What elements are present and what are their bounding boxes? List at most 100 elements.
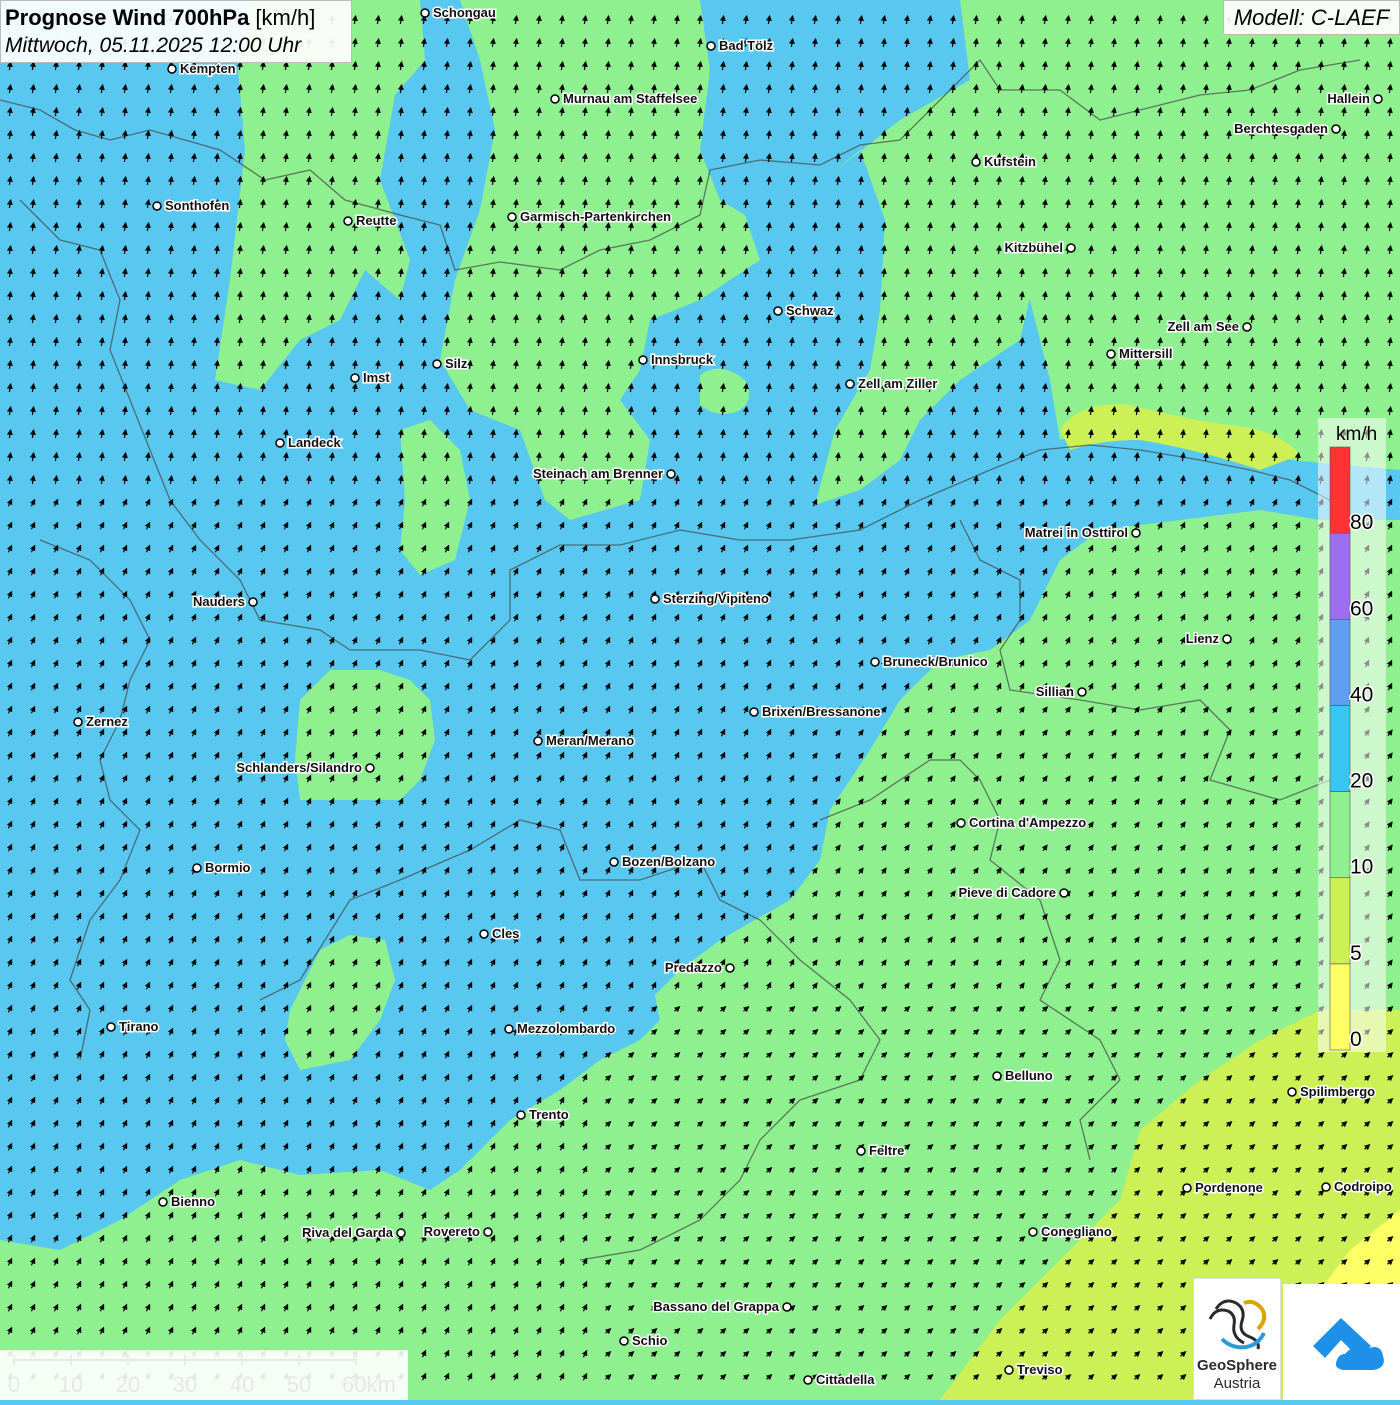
- city-dot: [533, 736, 543, 746]
- city-steinach-am-brenner: Steinach am Brenner: [531, 465, 676, 483]
- city-dot: [275, 438, 285, 448]
- city-dot: [870, 657, 880, 667]
- city-dot: [550, 94, 560, 104]
- city-label: Mezzolombardo: [517, 1021, 615, 1036]
- legend-colorbar: 0 5 10 20 40 60 80: [1318, 418, 1386, 1053]
- city-label: Imst: [363, 370, 390, 385]
- city-zell-am-ziller: Zell am Ziller: [845, 375, 939, 393]
- city-dot: [1028, 1227, 1038, 1237]
- legend-label: 5: [1350, 942, 1362, 965]
- city-murnau-am-staffelsee: Murnau am Staffelsee: [550, 90, 699, 108]
- city-label: Bruneck/Brunico: [883, 654, 988, 669]
- legend-swatch: [1329, 963, 1351, 1051]
- legend-swatch: [1329, 618, 1351, 706]
- city-label: Sonthofen: [165, 198, 229, 213]
- legend-swatch: [1329, 705, 1351, 792]
- city-dot: [1004, 1365, 1014, 1375]
- city-dot: [1242, 322, 1252, 332]
- city-dot: [638, 355, 648, 365]
- city-dot: [479, 929, 489, 939]
- city-dot: [504, 1024, 514, 1034]
- city-dot: [749, 707, 759, 717]
- city-dot: [1321, 1182, 1331, 1192]
- city-dot: [1059, 888, 1069, 898]
- city-dot: [992, 1071, 1002, 1081]
- logo-name-line2: Austria: [1213, 1375, 1261, 1392]
- city-label: Treviso: [1017, 1362, 1063, 1377]
- city-label: Matrei in Osttirol: [1025, 525, 1128, 540]
- city-label: Sillian: [1036, 684, 1074, 699]
- city-label: Schio: [632, 1333, 667, 1348]
- city-conegliano: Conegliano: [1028, 1223, 1113, 1241]
- city-dot: [432, 359, 442, 369]
- city-label: Predazzo: [665, 960, 722, 975]
- city-label: Trento: [529, 1107, 569, 1122]
- city-label: Schlanders/Silandro: [236, 760, 362, 775]
- city-label: Schwaz: [786, 303, 834, 318]
- city-pieve-di-cadore: Pieve di Cadore: [957, 884, 1069, 902]
- title-box: Prognose Wind 700hPa [km/h] Mittwoch, 05…: [0, 0, 352, 63]
- city-label: Spilimbergo: [1300, 1084, 1375, 1099]
- city-label: Kufstein: [984, 154, 1036, 169]
- legend-label: 0: [1350, 1028, 1362, 1051]
- city-dot: [343, 216, 353, 226]
- city-label: Rovereto: [424, 1224, 480, 1239]
- legend-label: 20: [1350, 770, 1373, 793]
- page-title: Prognose Wind 700hPa [km/h]: [5, 5, 316, 30]
- partner-logo: [1283, 1284, 1400, 1400]
- city-innsbruck: Innsbruck: [638, 351, 715, 369]
- legend-swatch: [1329, 446, 1351, 534]
- legend-swatch: [1329, 791, 1351, 879]
- city-label: Lienz: [1186, 631, 1220, 646]
- city-label: Zell am Ziller: [858, 376, 937, 391]
- forecast-date: Mittwoch, 05.11.2025 12:00 Uhr: [5, 34, 302, 57]
- city-berchtesgaden: Berchtesgaden: [1233, 120, 1341, 138]
- scale-bar-box: [0, 1350, 408, 1400]
- city-label: Reutte: [356, 213, 396, 228]
- cloud-arrow-icon: [1313, 1318, 1384, 1370]
- city-dot: [483, 1227, 493, 1237]
- city-label: Codroipo: [1334, 1179, 1392, 1194]
- geosphere-emblem-icon: [1208, 1299, 1267, 1350]
- city-label: Belluno: [1005, 1068, 1053, 1083]
- city-schongau: Schongau: [420, 4, 497, 22]
- city-dot: [106, 1022, 116, 1032]
- legend-label: 60: [1350, 597, 1373, 620]
- city-dot: [248, 597, 258, 607]
- city-dot: [856, 1146, 866, 1156]
- city-label: Berchtesgaden: [1234, 121, 1328, 136]
- city-dot: [1066, 243, 1076, 253]
- city-dot: [167, 64, 177, 74]
- city-spilimbergo: Spilimbergo: [1287, 1083, 1377, 1101]
- legend-label: 80: [1350, 511, 1373, 534]
- city-label: Nauders: [193, 594, 245, 609]
- city-label: Brixen/Bressanone: [762, 704, 881, 719]
- city-dot: [1131, 528, 1141, 538]
- city-dot: [956, 818, 966, 828]
- city-dot: [158, 1197, 168, 1207]
- logo-name-line1: GeoSphere: [1196, 1357, 1278, 1374]
- city-dot: [1287, 1087, 1297, 1097]
- city-dot: [1077, 687, 1087, 697]
- city-label: Innsbruck: [651, 352, 714, 367]
- model-label: Modell: C-LAEF: [1223, 0, 1400, 35]
- field-10-20-ortler: [295, 670, 435, 800]
- city-dot: [192, 863, 202, 873]
- city-dot: [1106, 349, 1116, 359]
- city-dot: [1373, 94, 1383, 104]
- city-bruneck-brunico: Bruneck/Brunico: [870, 653, 989, 671]
- city-dot: [971, 157, 981, 167]
- city-dot: [650, 594, 660, 604]
- legend-label: 40: [1350, 683, 1373, 706]
- city-dot: [609, 857, 619, 867]
- city-label: Schongau: [433, 5, 496, 20]
- city-label: Garmisch-Partenkirchen: [520, 209, 671, 224]
- city-schlanders-silandro: Schlanders/Silandro: [235, 759, 375, 777]
- city-dot: [73, 717, 83, 727]
- city-dot: [396, 1228, 406, 1238]
- city-brixen-bressanone: Brixen/Bressanone: [749, 703, 882, 721]
- city-label: Bormio: [205, 860, 251, 875]
- city-label: Landeck: [288, 435, 342, 450]
- city-dot: [507, 212, 517, 222]
- city-label: Conegliano: [1041, 1224, 1112, 1239]
